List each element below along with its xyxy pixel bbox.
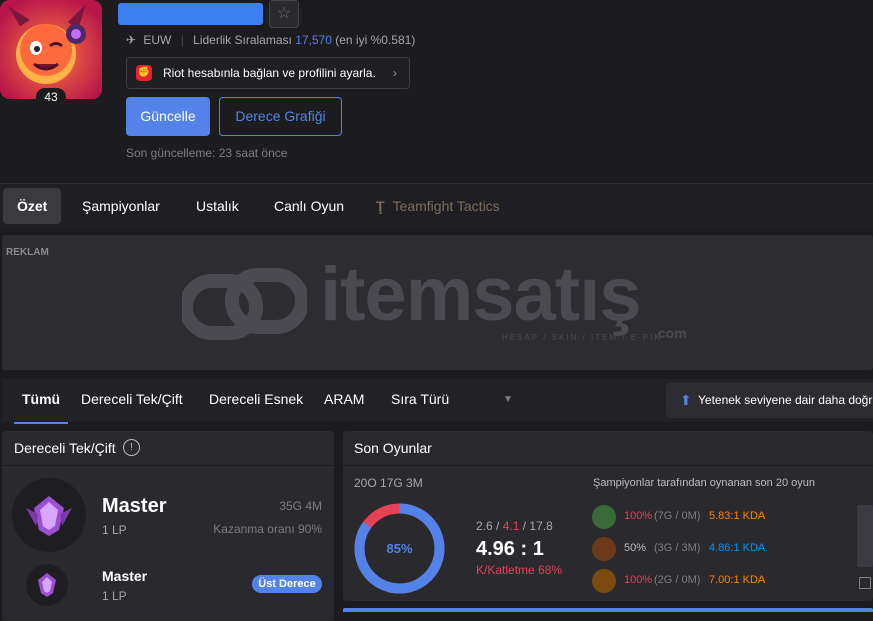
skill-estimate-label: Yetenek seviyene dair daha doğru [698, 393, 873, 407]
champ-caption: Şampiyonlar tarafından oynanan son 20 oy… [593, 477, 815, 489]
champion-portrait-icon[interactable] [592, 537, 616, 561]
queue-type-select[interactable]: Sıra Türü ▼ [391, 379, 513, 422]
champion-record: (3G / 3M) [654, 542, 701, 554]
tab-tft[interactable]: Ţ Teamfight Tactics [362, 188, 514, 224]
queue-filter-bar: Tümü Dereceli Tek/Çift Dereceli Esnek AR… [2, 379, 873, 424]
champion-kda: 5.83:1 KDA [709, 510, 766, 522]
ad-brand-logo-icon [182, 268, 307, 340]
favorite-star-icon[interactable]: ☆ [269, 0, 299, 28]
tab-mastery[interactable]: Ustalık [182, 188, 253, 224]
ladder-label: Liderlik Sıralaması [193, 33, 292, 47]
top-tier-badge: Üst Derece [252, 575, 322, 593]
riot-account-link[interactable]: ✊ Riot hesabınla bağlan ve profilini aya… [126, 57, 410, 89]
chevron-right-icon: › [393, 66, 397, 80]
champion-record: (7G / 0M) [654, 510, 701, 522]
region-label: EUW [143, 33, 172, 47]
filter-ranked-flex[interactable]: Dereceli Esnek [209, 379, 303, 422]
tft-icon: Ţ [376, 198, 385, 214]
summoner-name-redacted [118, 3, 263, 25]
filter-all[interactable]: Tümü [14, 379, 69, 424]
avg-deaths: 4.1 [502, 519, 520, 533]
arrow-up-icon: ⬆ [680, 392, 692, 408]
kill-participation: K/Katletme 68% [476, 563, 563, 577]
winrate-pct: 85% [386, 541, 412, 556]
champion-winrate: 100% [624, 574, 653, 586]
filter-aram[interactable]: ARAM [324, 379, 364, 422]
recent-record: 20O 17G 3M [354, 476, 423, 490]
queue-type-label: Sıra Türü [391, 391, 450, 407]
champion-winrate: 100% [624, 510, 653, 522]
last-updated-text: Son güncelleme: 23 saat önce [126, 146, 288, 160]
caret-down-icon: ▼ [503, 394, 513, 405]
ad-domain: .com [654, 325, 687, 341]
ladder-info: ✈ EUW | Liderlik Sıralaması 17,570 (en i… [126, 33, 416, 47]
advertisement[interactable]: REKLAM itemsatış HESAP / SKIN / ITEM / E… [2, 235, 873, 370]
main-tier: Master [102, 495, 167, 517]
filter-ranked-solo[interactable]: Dereceli Tek/Çift [81, 379, 183, 422]
recent-games-panel: Son Oyunlar 20O 17G 3M 85% 2.6 / 4.1 / 1… [343, 431, 873, 601]
champion-kda: 4.86:1 KDA [709, 542, 766, 554]
ad-brand-text: itemsatış [320, 252, 641, 337]
riot-fist-icon: ✊ [136, 65, 152, 81]
avg-assists: 17.8 [529, 519, 553, 533]
champion-kda: 7.00:1 KDA [709, 574, 766, 586]
skill-estimate-button[interactable]: ⬆ Yetenek seviyene dair daha doğru [666, 383, 873, 418]
main-lp: 1 LP [102, 523, 127, 537]
tab-summary[interactable]: Özet [3, 188, 62, 224]
champion-record: (2G / 0M) [654, 574, 701, 586]
riot-link-text: Riot hesabınla bağlan ve profilini ayarl… [163, 66, 376, 80]
level-badge: 43 [36, 88, 66, 106]
champion-portrait-icon[interactable] [592, 505, 616, 529]
tab-live-game[interactable]: Canlı Oyun [260, 188, 358, 224]
champion-portrait-icon[interactable] [592, 569, 616, 593]
ad-label: REKLAM [6, 247, 49, 258]
champion-row: 50% (3G / 3M) 4.86:1 KDA [592, 537, 852, 561]
champion-row: 100% (7G / 0M) 5.83:1 KDA [592, 505, 852, 529]
ranked-panel-title: Dereceli Tek/Çift [14, 440, 116, 456]
info-icon[interactable]: ! [123, 439, 140, 456]
champion-row: 100% (2G / 0M) 7.00:1 KDA [592, 569, 852, 593]
tab-tft-label: Teamfight Tactics [392, 198, 500, 214]
update-button[interactable]: Güncelle [126, 97, 210, 136]
kda-line: 2.6 / 4.1 / 17.8 [476, 519, 553, 533]
master-emblem-small-icon [26, 564, 68, 606]
main-record: 35G 4M [279, 499, 322, 513]
second-tier: Master [102, 568, 148, 584]
kda-ratio: 4.96 : 1 [476, 538, 544, 560]
main-winrate: Kazanma oranı 90% [213, 522, 322, 536]
champion-winrate: 50% [624, 542, 647, 554]
profile-nav: Özet Şampiyonlar Ustalık Canlı Oyun Ţ Tea… [0, 183, 873, 229]
ranked-solo-panel: Dereceli Tek/Çift ! Master 1 LP 35G 4M K… [2, 431, 334, 621]
match-list-divider [343, 608, 873, 612]
region-icon: ✈ [126, 33, 137, 47]
profile-icon [0, 0, 102, 99]
ad-tagline: HESAP / SKIN / ITEM / E-PIN [502, 333, 663, 342]
second-lp: 1 LP [102, 589, 127, 603]
master-emblem-icon [12, 478, 86, 552]
tab-champions[interactable]: Şampiyonlar [68, 188, 174, 224]
ladder-rank[interactable]: 17,570 [295, 33, 332, 47]
more-champions-scroll[interactable] [857, 505, 873, 567]
winrate-donut: 85% [354, 503, 445, 594]
expand-icon[interactable] [859, 577, 871, 589]
ladder-top: (en iyi %0.581) [335, 33, 416, 47]
avg-kills: 2.6 [476, 519, 493, 533]
recent-games-title: Son Oyunlar [354, 440, 432, 456]
rank-graph-button[interactable]: Derece Grafiği [219, 97, 342, 136]
